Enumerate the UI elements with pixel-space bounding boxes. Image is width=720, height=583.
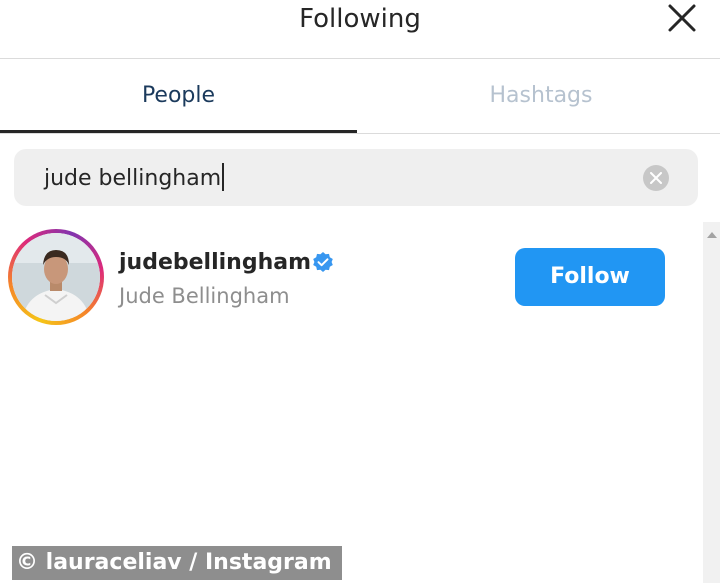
list-item[interactable]: judebellingham Jude Bellingham Follow xyxy=(0,222,700,332)
clear-circle-icon[interactable] xyxy=(643,165,669,191)
dialog-title: Following xyxy=(299,4,421,34)
text-caret xyxy=(222,163,225,191)
close-icon[interactable] xyxy=(661,0,701,40)
full-name: Jude Bellingham xyxy=(119,284,290,308)
verified-badge-icon xyxy=(313,252,333,272)
story-ring[interactable] xyxy=(8,229,104,325)
follow-button[interactable]: Follow xyxy=(515,248,665,306)
username[interactable]: judebellingham xyxy=(119,250,311,275)
search-bar[interactable]: jude bellingham xyxy=(14,149,698,206)
avatar xyxy=(12,233,100,321)
scrollbar[interactable] xyxy=(703,222,720,583)
tab-hashtags[interactable]: Hashtags xyxy=(362,59,720,133)
search-input-value: jude bellingham xyxy=(44,166,222,191)
tab-people[interactable]: People xyxy=(0,59,357,133)
active-tab-indicator xyxy=(0,130,357,133)
dialog-header: Following xyxy=(0,0,720,59)
search-input[interactable]: jude bellingham xyxy=(44,163,225,191)
tab-bar: People Hashtags xyxy=(0,59,720,134)
scroll-up-arrow-icon[interactable] xyxy=(707,232,717,238)
watermark: © lauraceliav / Instagram xyxy=(12,546,342,580)
